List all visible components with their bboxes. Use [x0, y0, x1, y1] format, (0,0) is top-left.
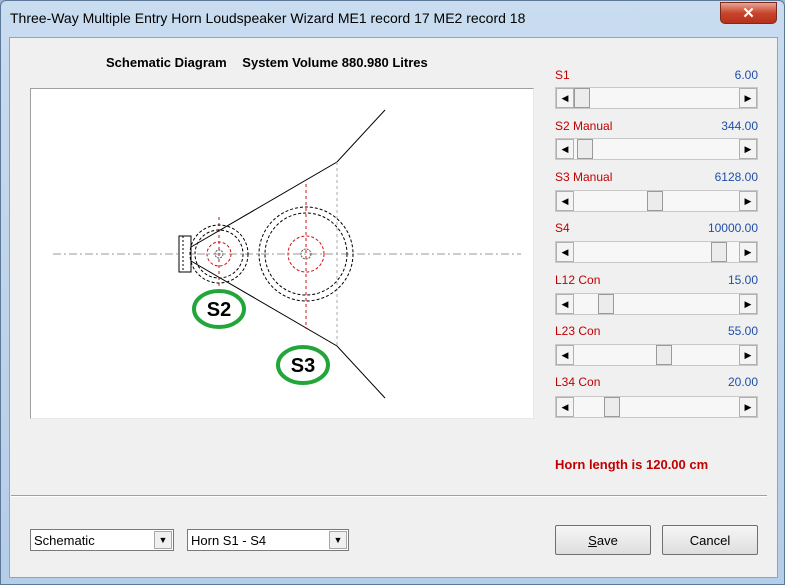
- scrollbar-thumb[interactable]: [656, 345, 672, 365]
- param-value-s1: 6.00: [734, 68, 758, 82]
- scrollbar-s3[interactable]: ◀ ▶: [555, 190, 758, 212]
- diagram-heading: Schematic Diagram System Volume 880.980 …: [106, 55, 440, 70]
- view-mode-selected: Schematic: [34, 533, 95, 548]
- schematic-canvas: S2 S3: [30, 88, 534, 419]
- param-value-s3: 6128.00: [714, 170, 758, 184]
- scrollbar-track[interactable]: [574, 139, 739, 159]
- horn-length-status: Horn length is 120.00 cm: [555, 457, 709, 472]
- right-arrow-icon[interactable]: ▶: [739, 294, 757, 314]
- close-button[interactable]: ✕: [720, 2, 777, 24]
- param-label-s1: S1: [555, 68, 570, 82]
- left-arrow-icon[interactable]: ◀: [556, 294, 574, 314]
- param-label-l23: L23 Con: [555, 324, 601, 338]
- scrollbar-thumb[interactable]: [604, 397, 620, 417]
- window-title: Three-Way Multiple Entry Horn Loudspeake…: [10, 10, 526, 26]
- scrollbar-thumb[interactable]: [574, 88, 590, 108]
- s2-callout-label: S2: [207, 299, 231, 321]
- s3-callout-label: S3: [291, 355, 315, 377]
- scrollbar-thumb[interactable]: [598, 294, 614, 314]
- driver-box: [178, 235, 192, 273]
- param-label-l12: L12 Con: [555, 273, 601, 287]
- left-arrow-icon[interactable]: ◀: [556, 242, 574, 262]
- scrollbar-thumb[interactable]: [647, 191, 663, 211]
- section-combo[interactable]: Horn S1 - S4 ▼: [187, 529, 349, 551]
- wizard-window: Three-Way Multiple Entry Horn Loudspeake…: [0, 0, 785, 585]
- left-arrow-icon[interactable]: ◀: [556, 397, 574, 417]
- param-label-s4: S4: [555, 221, 570, 235]
- param-label-s2: S2 Manual: [555, 119, 613, 133]
- param-value-l12: 15.00: [727, 273, 758, 287]
- horn-schematic-drawing: S2 S3: [53, 109, 521, 399]
- param-value-l23: 55.00: [727, 324, 758, 338]
- scrollbar-track[interactable]: [574, 242, 739, 262]
- scrollbar-track[interactable]: [574, 191, 739, 211]
- right-arrow-icon[interactable]: ▶: [739, 88, 757, 108]
- scrollbar-s1[interactable]: ◀ ▶: [555, 87, 758, 109]
- system-volume: System Volume 880.980 Litres: [242, 55, 428, 70]
- chevron-down-icon[interactable]: ▼: [329, 531, 347, 549]
- save-label-rest: ave: [596, 532, 618, 548]
- scrollbar-track[interactable]: [574, 345, 739, 365]
- scrollbar-l34[interactable]: ◀ ▶: [555, 396, 758, 418]
- left-arrow-icon[interactable]: ◀: [556, 88, 574, 108]
- right-arrow-icon[interactable]: ▶: [739, 139, 757, 159]
- right-arrow-icon[interactable]: ▶: [739, 345, 757, 365]
- left-arrow-icon[interactable]: ◀: [556, 345, 574, 365]
- diagram-title: Schematic Diagram: [106, 55, 227, 70]
- section-selected: Horn S1 - S4: [191, 533, 267, 548]
- param-value-l34: 20.00: [727, 375, 758, 389]
- right-arrow-icon[interactable]: ▶: [739, 242, 757, 262]
- scrollbar-track[interactable]: [574, 397, 739, 417]
- scrollbar-l23[interactable]: ◀ ▶: [555, 344, 758, 366]
- horn-upper-wall: [190, 109, 386, 248]
- right-arrow-icon[interactable]: ▶: [739, 191, 757, 211]
- scrollbar-thumb[interactable]: [711, 242, 727, 262]
- scrollbar-s4[interactable]: ◀ ▶: [555, 241, 758, 263]
- save-accelerator: S: [588, 532, 597, 548]
- scrollbar-thumb[interactable]: [577, 139, 593, 159]
- dialog-client-area: Schematic Diagram System Volume 880.980 …: [9, 37, 778, 578]
- cancel-button[interactable]: Cancel: [662, 525, 758, 555]
- scrollbar-track[interactable]: [574, 294, 739, 314]
- chevron-down-icon[interactable]: ▼: [154, 531, 172, 549]
- separator-line: [11, 495, 767, 497]
- param-value-s2: 344.00: [721, 119, 758, 133]
- left-arrow-icon[interactable]: ◀: [556, 139, 574, 159]
- right-arrow-icon[interactable]: ▶: [739, 397, 757, 417]
- param-value-s4: 10000.00: [707, 221, 758, 235]
- title-bar: Three-Way Multiple Entry Horn Loudspeake…: [1, 1, 784, 37]
- scrollbar-s2[interactable]: ◀ ▶: [555, 138, 758, 160]
- scrollbar-l12[interactable]: ◀ ▶: [555, 293, 758, 315]
- left-arrow-icon[interactable]: ◀: [556, 191, 574, 211]
- param-label-l34: L34 Con: [555, 375, 601, 389]
- save-button[interactable]: Save: [555, 525, 651, 555]
- param-label-s3: S3 Manual: [555, 170, 613, 184]
- view-mode-combo[interactable]: Schematic ▼: [30, 529, 174, 551]
- scrollbar-track[interactable]: [574, 88, 739, 108]
